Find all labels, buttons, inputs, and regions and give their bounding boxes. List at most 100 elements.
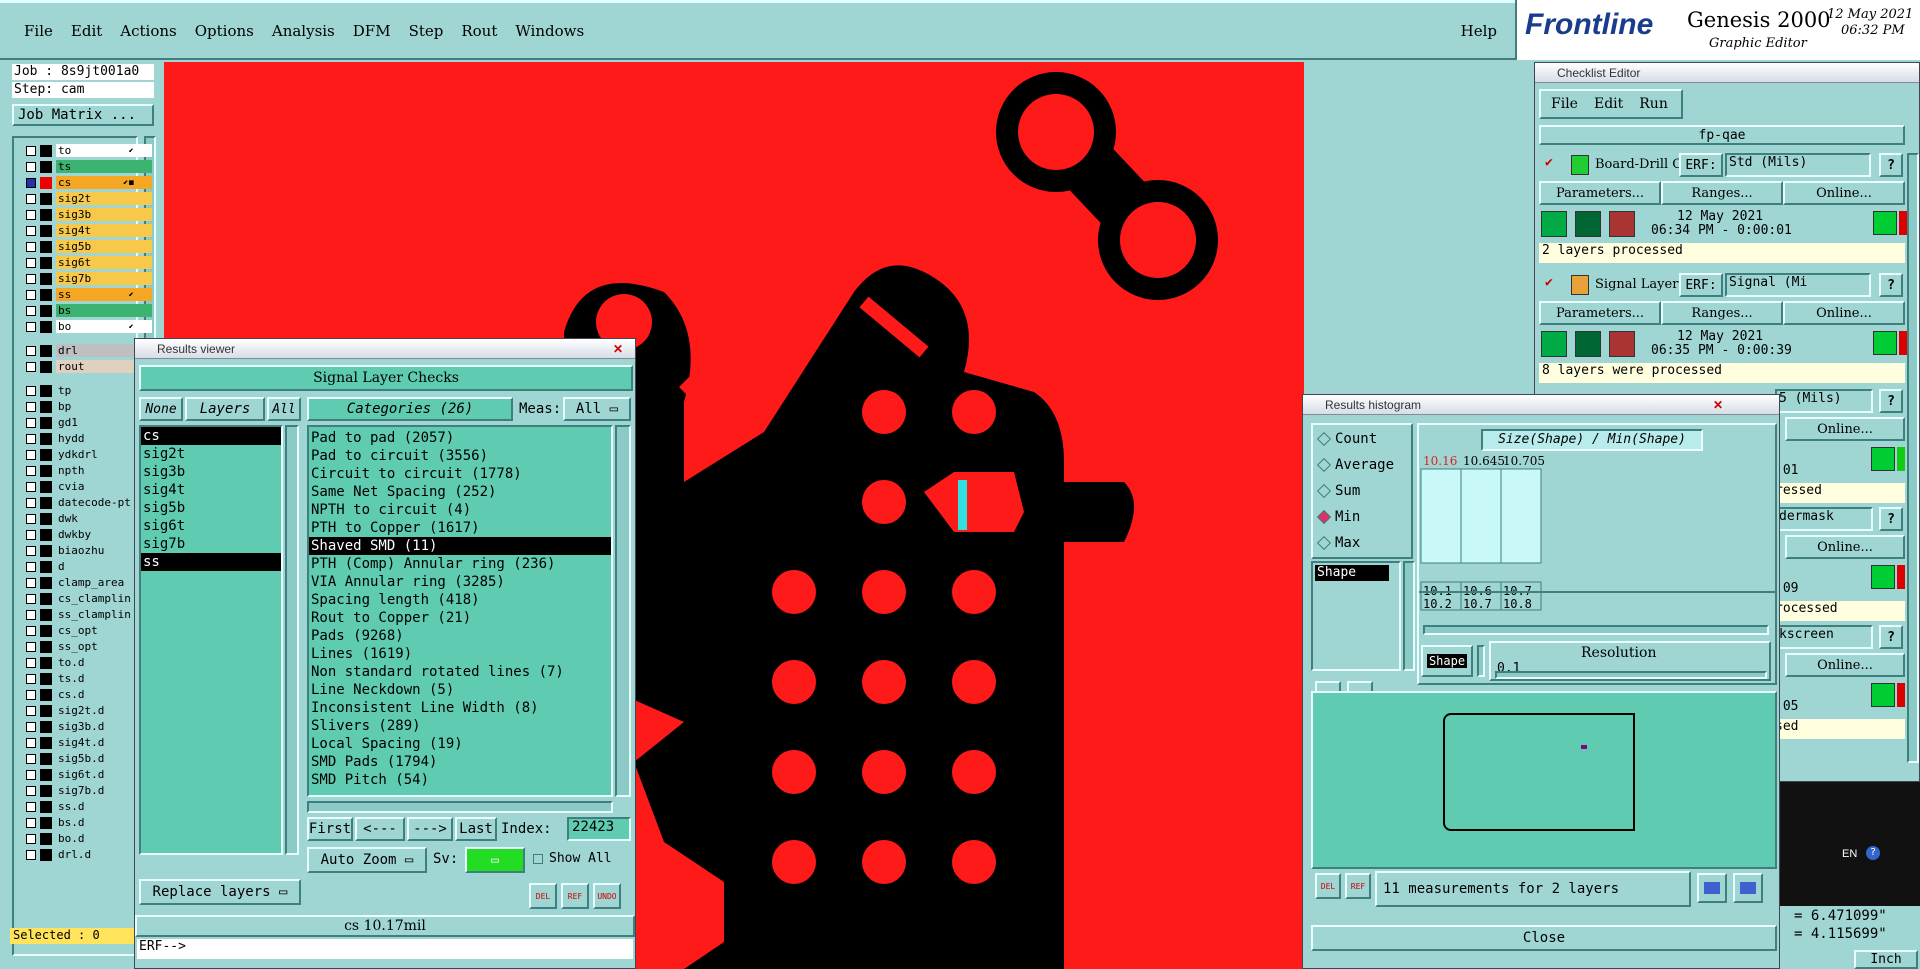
layer-checkbox[interactable] <box>26 674 36 684</box>
help-button[interactable]: ? <box>1879 625 1903 649</box>
layer-row-sig6t[interactable]: sig6t <box>22 256 152 270</box>
menu-analysis[interactable]: Analysis <box>272 22 335 40</box>
layer-row-sig3b[interactable]: sig3b <box>22 208 152 222</box>
layer-name[interactable]: to <box>56 144 152 157</box>
layer-row-sig3b.d[interactable]: sig3b.d <box>22 720 138 734</box>
results-viewer-titlebar[interactable]: Results viewer ✕ <box>135 339 635 359</box>
categories-list[interactable]: Pad to pad (2057) Pad to circuit (3556) Ci… <box>307 425 613 797</box>
shape-list-scrollbar[interactable] <box>1403 561 1415 671</box>
layer-checkbox[interactable] <box>26 306 36 316</box>
category-item[interactable]: Lines (1619) <box>309 645 611 663</box>
layer-name[interactable]: bo <box>56 320 152 333</box>
erf-value[interactable]: Std (Mils) <box>1725 153 1871 177</box>
run-icon[interactable] <box>1541 331 1567 357</box>
layer-row-to[interactable]: to ⬋ <box>22 144 152 158</box>
layer-checkbox[interactable] <box>26 786 36 796</box>
unit-dropdown[interactable]: Inch <box>1854 950 1918 969</box>
ranges-button[interactable]: Ranges... <box>1661 181 1783 205</box>
layer-checkbox[interactable] <box>26 322 36 332</box>
layer-checkbox[interactable] <box>26 290 36 300</box>
first-button[interactable]: First <box>307 817 353 841</box>
parameters-button[interactable]: Parameters... <box>1539 181 1661 205</box>
help-button[interactable]: ? <box>1879 507 1903 531</box>
category-item[interactable]: Local Spacing (19) <box>309 735 611 753</box>
category-item[interactable]: SMD Pads (1794) <box>309 753 611 771</box>
layer-row-dwkby[interactable]: dwkby <box>22 528 138 542</box>
layer-row-bo.d[interactable]: bo.d <box>22 832 138 846</box>
menu-edit[interactable]: Edit <box>71 22 102 40</box>
shape-list[interactable]: Shape <box>1311 561 1401 671</box>
prev-button[interactable]: <--- <box>355 817 405 841</box>
layer-checkbox[interactable] <box>26 450 36 460</box>
category-item[interactable]: Circuit to circuit (1778) <box>309 465 611 483</box>
category-item[interactable]: Inconsistent Line Width (8) <box>309 699 611 717</box>
layer-checkbox[interactable] <box>26 562 36 572</box>
layer-row-sig7b[interactable]: sig7b <box>22 272 152 286</box>
layer-row-ss_opt[interactable]: ss_opt <box>22 640 138 654</box>
checklist-scrollbar[interactable] <box>1907 153 1919 763</box>
aggregation-option-average[interactable]: Average <box>1316 457 1394 473</box>
checklist-item-name[interactable]: Board-Drill Che <box>1595 157 1679 172</box>
check-icon[interactable]: ✔ <box>1545 155 1553 170</box>
layers-button[interactable]: Layers <box>185 397 265 421</box>
online-button[interactable]: Online... <box>1783 301 1905 325</box>
layer-row-sig5b[interactable]: sig5b <box>22 240 152 254</box>
layer-checkbox[interactable] <box>26 530 36 540</box>
online-button[interactable]: Online... <box>1785 417 1905 441</box>
layer-checkbox[interactable] <box>26 722 36 732</box>
menu-options[interactable]: Options <box>195 22 254 40</box>
layer-name[interactable]: sig4t <box>56 224 152 237</box>
layer-row-sig2t.d[interactable]: sig2t.d <box>22 704 138 718</box>
layer-row-cvia[interactable]: cvia <box>22 480 138 494</box>
last-button[interactable]: Last <box>455 817 497 841</box>
layer-checkbox[interactable] <box>26 610 36 620</box>
category-item[interactable]: Same Net Spacing (252) <box>309 483 611 501</box>
results-layer-item[interactable]: sig2t <box>141 445 281 463</box>
categories-scrollbar[interactable] <box>615 425 631 797</box>
zoom-icon[interactable] <box>1871 565 1895 589</box>
category-item[interactable]: Non standard rotated lines (7) <box>309 663 611 681</box>
erf-value[interactable]: 5 (Mils) <box>1775 389 1873 413</box>
help-button[interactable]: ? <box>1879 273 1903 297</box>
layer-row-ss.d[interactable]: ss.d <box>22 800 138 814</box>
chart-hscrollbar[interactable] <box>1423 625 1769 635</box>
layer-checkbox[interactable] <box>26 178 36 188</box>
layer-row-ss[interactable]: ss ⬋ <box>22 288 152 302</box>
layer-checkbox[interactable] <box>26 642 36 652</box>
help-circle-icon[interactable]: ? <box>1866 846 1880 860</box>
menu-help[interactable]: Help <box>1461 22 1497 40</box>
help-button[interactable]: ? <box>1879 153 1903 177</box>
results-layer-list[interactable]: cs sig2t sig3b sig4t sig5b sig6t sig7b ss <box>139 425 283 855</box>
histogram-bar[interactable] <box>1460 468 1502 564</box>
ref-button[interactable]: REF <box>1345 873 1371 899</box>
layer-row-cs.d[interactable]: cs.d <box>22 688 138 702</box>
del-button[interactable]: DEL <box>1315 873 1341 899</box>
ref-button[interactable]: REF <box>561 883 589 909</box>
layer-row-rout[interactable]: rout <box>22 360 152 374</box>
layer-checkbox[interactable] <box>26 258 36 268</box>
checklist-titlebar[interactable]: Checklist Editor <box>1535 63 1919 83</box>
layer-name[interactable]: sig2t <box>56 192 152 205</box>
layer-checkbox[interactable] <box>26 754 36 764</box>
layer-row-clamp_area[interactable]: clamp_area <box>22 576 138 590</box>
checklist-item-name[interactable]: Signal Layer Ch <box>1595 277 1679 292</box>
layer-row-gd1[interactable]: gd1 <box>22 416 138 430</box>
layer-row-sig2t[interactable]: sig2t <box>22 192 152 206</box>
layer-row-sig4t.d[interactable]: sig4t.d <box>22 736 138 750</box>
layer-checkbox[interactable] <box>26 482 36 492</box>
replace-layers-dropdown[interactable]: Replace layers ▭ <box>139 879 301 905</box>
layer-row-sig5b.d[interactable]: sig5b.d <box>22 752 138 766</box>
layer-name[interactable]: sig5b <box>56 240 152 253</box>
results-layer-item[interactable]: sig4t <box>141 481 281 499</box>
results-layer-item[interactable]: cs <box>141 427 281 445</box>
layer-checkbox[interactable] <box>26 242 36 252</box>
categories-header[interactable]: Categories (26) <box>307 397 513 421</box>
layer-row-dwk[interactable]: dwk <box>22 512 138 526</box>
zoom-icon[interactable] <box>1873 331 1897 355</box>
category-item[interactable]: VIA Annular ring (3285) <box>309 573 611 591</box>
erf-value[interactable]: kscreen <box>1775 625 1873 649</box>
layer-row-to.d[interactable]: to.d <box>22 656 138 670</box>
layer-checkbox[interactable] <box>26 434 36 444</box>
results-layer-item[interactable]: sig7b <box>141 535 281 553</box>
layer-row-cs_clamplin[interactable]: cs_clamplin <box>22 592 138 606</box>
